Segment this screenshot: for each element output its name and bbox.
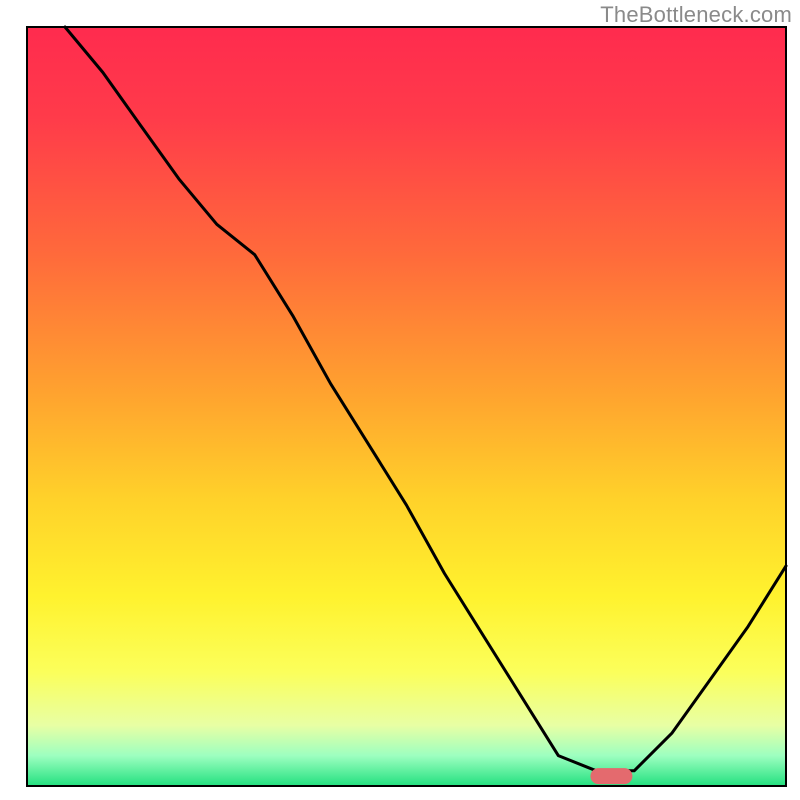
bottleneck-chart [0,0,800,800]
watermark-text: TheBottleneck.com [600,2,792,28]
optimal-marker [590,768,632,784]
chart-frame: TheBottleneck.com [0,0,800,800]
plot-background [27,27,786,786]
